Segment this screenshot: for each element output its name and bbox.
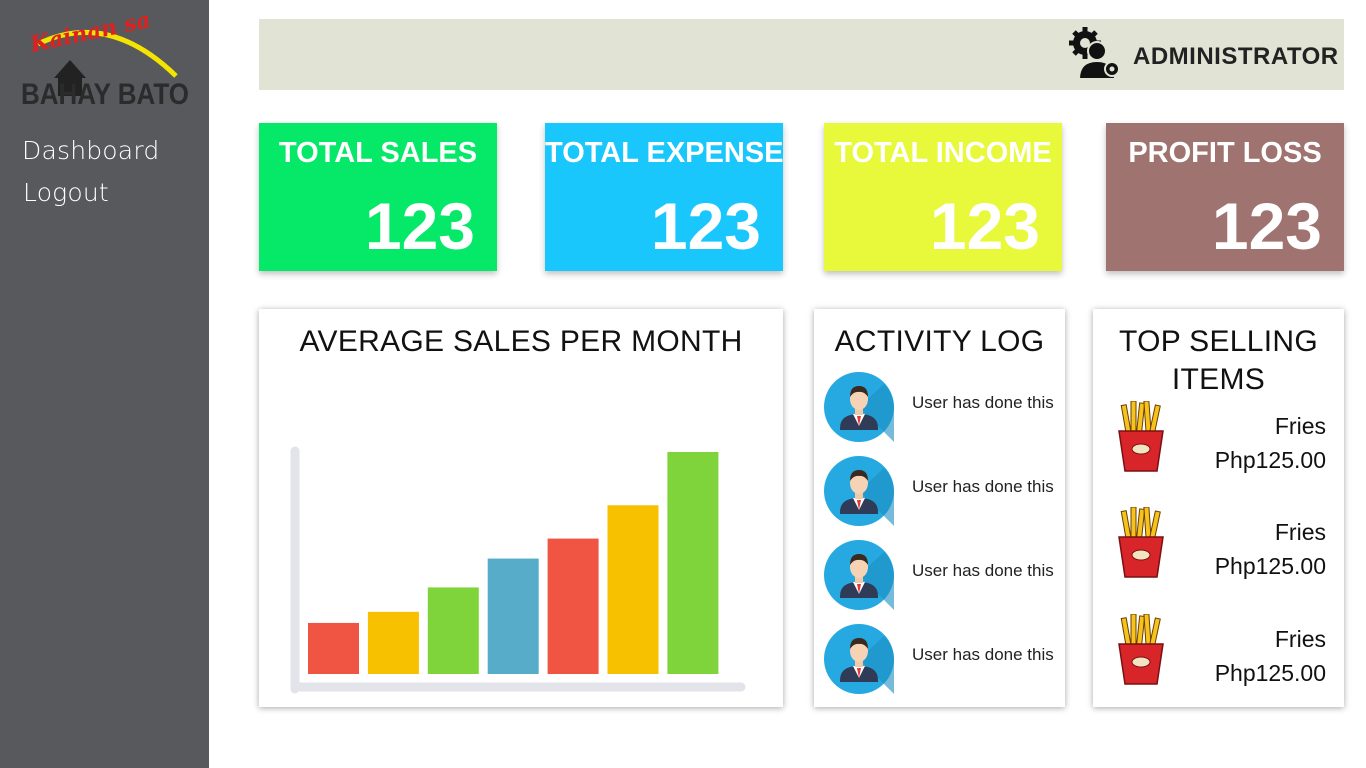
admin-gear-user-icon[interactable] bbox=[1065, 25, 1121, 81]
activity-log-title: ACTIVITY LOG bbox=[834, 325, 1045, 358]
stat-title: TOTAL SALES bbox=[278, 137, 478, 169]
sidebar-item-dashboard[interactable]: Dashboard bbox=[22, 136, 159, 165]
stat-value: 123 bbox=[929, 189, 1040, 263]
chart-bar bbox=[427, 587, 479, 674]
stat-title: TOTAL EXPENSE bbox=[545, 137, 784, 169]
top-bar: ADMINISTRATOR bbox=[259, 19, 1344, 90]
chart-bar bbox=[667, 452, 719, 674]
bahay-bato-logo: Kainan sa BAHAY BATO bbox=[21, 16, 189, 111]
stat-card-total-sales[interactable]: TOTAL SALES 123 bbox=[259, 123, 497, 271]
activity-entry[interactable]: User has done this bbox=[824, 372, 1059, 442]
sidebar-item-logout[interactable]: Logout bbox=[23, 178, 109, 207]
stat-title: PROFIT LOSS bbox=[1128, 137, 1322, 169]
stat-card-total-expense[interactable]: TOTAL EXPENSE 123 bbox=[545, 123, 784, 271]
sidebar: Kainan sa BAHAY BATO Dashboard Logout bbox=[0, 0, 209, 768]
chart-bar bbox=[547, 538, 599, 674]
activity-text: User has done this bbox=[912, 561, 1054, 580]
top-selling-panel: TOP SELLING ITEMS Fries Php125.00 Fries … bbox=[1093, 309, 1344, 707]
activity-text: User has done this bbox=[912, 645, 1054, 664]
stat-card-profit-loss[interactable]: PROFIT LOSS 123 bbox=[1106, 123, 1344, 271]
chart-bar bbox=[308, 622, 359, 674]
user-avatar-icon bbox=[824, 456, 894, 526]
fries-icon bbox=[1116, 614, 1166, 686]
item-price: Php125.00 bbox=[1214, 553, 1326, 579]
top-selling-item[interactable]: Fries Php125.00 bbox=[1111, 614, 1326, 694]
sales-bar-chart bbox=[290, 446, 746, 694]
chart-bar bbox=[367, 611, 419, 674]
stat-title: TOTAL INCOME bbox=[834, 137, 1052, 169]
item-price: Php125.00 bbox=[1214, 447, 1326, 473]
item-name: Fries bbox=[1274, 519, 1326, 545]
top-selling-item[interactable]: Fries Php125.00 bbox=[1111, 401, 1326, 481]
sales-chart-panel: AVERAGE SALES PER MONTH bbox=[259, 309, 783, 707]
top-selling-item[interactable]: Fries Php125.00 bbox=[1111, 507, 1326, 587]
item-name: Fries bbox=[1274, 626, 1326, 652]
activity-entry[interactable]: User has done this bbox=[824, 624, 1059, 694]
activity-text: User has done this bbox=[912, 393, 1054, 412]
stat-value: 123 bbox=[1211, 189, 1322, 263]
top-selling-title-line2: ITEMS bbox=[1171, 363, 1266, 396]
logo-name: BAHAY BATO bbox=[21, 78, 189, 111]
chart-bar bbox=[487, 558, 539, 674]
activity-entry[interactable]: User has done this bbox=[824, 456, 1059, 526]
item-price: Php125.00 bbox=[1214, 660, 1326, 686]
admin-label[interactable]: ADMINISTRATOR bbox=[1133, 43, 1339, 71]
stat-value: 123 bbox=[650, 189, 761, 263]
fries-icon bbox=[1116, 507, 1166, 579]
logo-script: Kainan sa bbox=[27, 16, 153, 58]
fries-icon bbox=[1116, 401, 1166, 473]
stat-card-total-income[interactable]: TOTAL INCOME 123 bbox=[824, 123, 1062, 271]
activity-text: User has done this bbox=[912, 477, 1054, 496]
item-name: Fries bbox=[1274, 413, 1326, 439]
top-selling-title-line1: TOP SELLING bbox=[1119, 325, 1318, 358]
activity-log-panel: ACTIVITY LOG User has done this User has… bbox=[814, 309, 1065, 707]
user-avatar-icon bbox=[824, 624, 894, 694]
user-avatar-icon bbox=[824, 372, 894, 442]
user-avatar-icon bbox=[824, 540, 894, 610]
activity-entry[interactable]: User has done this bbox=[824, 540, 1059, 610]
stat-value: 123 bbox=[364, 189, 475, 263]
chart-bar bbox=[607, 505, 659, 674]
